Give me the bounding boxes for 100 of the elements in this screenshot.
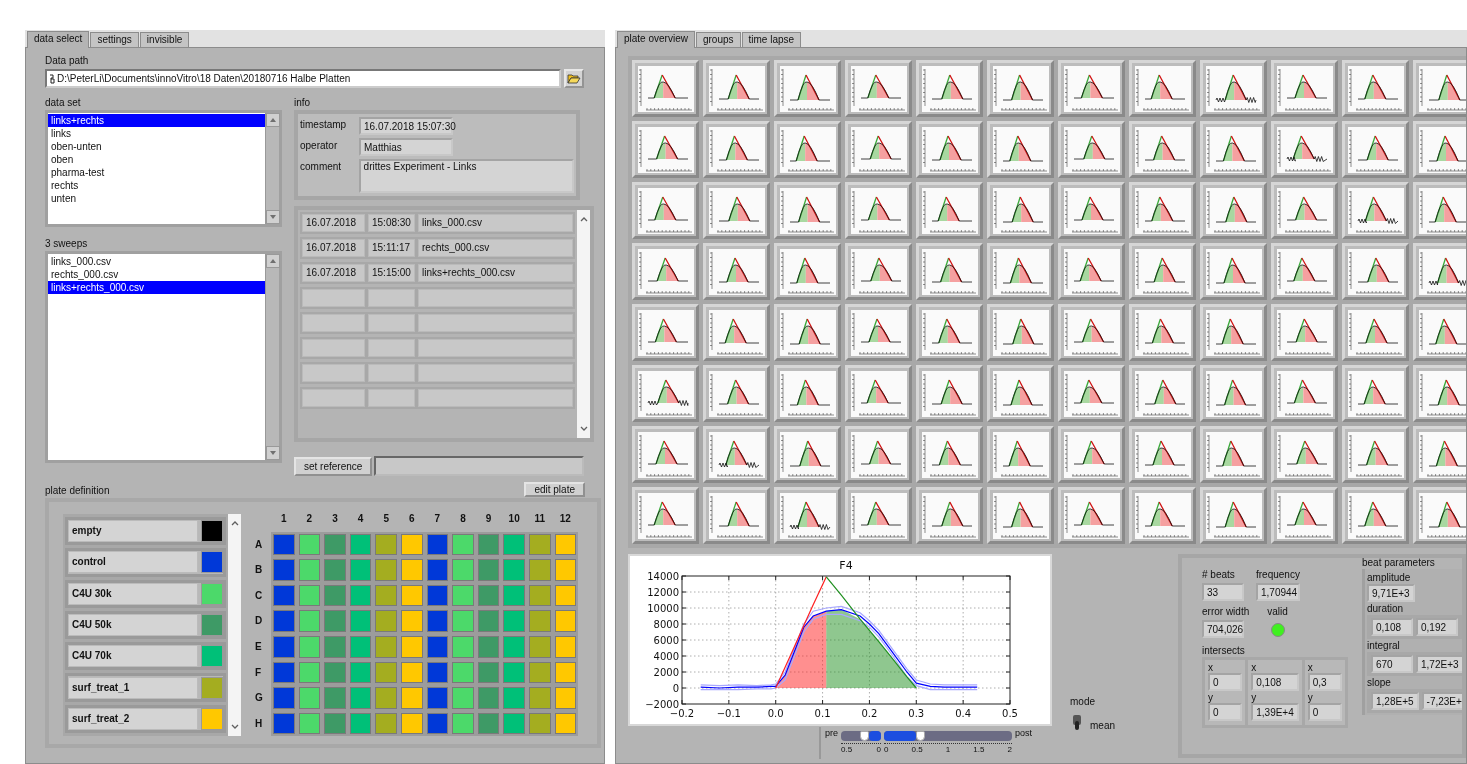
well[interactable]: [324, 533, 346, 556]
color-swatch[interactable]: [201, 645, 223, 668]
list-item[interactable]: pharma-test: [48, 166, 265, 179]
group-item[interactable]: control: [65, 548, 226, 577]
color-swatch[interactable]: [201, 676, 223, 699]
group-item[interactable]: C4U 70k: [65, 642, 226, 671]
well[interactable]: [298, 687, 321, 709]
well[interactable]: [400, 584, 423, 607]
list-item[interactable]: oben-unten: [48, 140, 265, 153]
well[interactable]: [375, 559, 397, 581]
well[interactable]: [400, 712, 423, 735]
scroll-down-icon[interactable]: [265, 446, 280, 460]
well[interactable]: [426, 687, 449, 709]
well[interactable]: [554, 661, 577, 684]
well[interactable]: [375, 635, 397, 658]
well[interactable]: [503, 712, 525, 735]
well[interactable]: [554, 584, 577, 607]
list-item[interactable]: unten: [48, 192, 265, 205]
well[interactable]: [426, 661, 449, 684]
group-item[interactable]: C4U 50k: [65, 610, 226, 640]
well[interactable]: [324, 635, 346, 658]
list-item[interactable]: rechts: [48, 179, 265, 192]
list-item[interactable]: oben: [48, 153, 265, 166]
well[interactable]: [503, 610, 525, 632]
scroll-up-icon[interactable]: [265, 113, 280, 127]
scroll-down-icon[interactable]: [265, 210, 280, 224]
well[interactable]: [273, 712, 295, 735]
well[interactable]: [400, 687, 423, 709]
well[interactable]: [273, 559, 295, 581]
well[interactable]: [375, 584, 397, 607]
well[interactable]: [452, 533, 474, 556]
well[interactable]: [273, 635, 295, 658]
well[interactable]: [452, 687, 474, 709]
well[interactable]: [298, 559, 321, 581]
list-item[interactable]: links+rechts: [48, 114, 265, 127]
well[interactable]: [452, 584, 474, 607]
well[interactable]: [298, 661, 321, 684]
group-item[interactable]: surf_treat_1: [65, 673, 226, 702]
well[interactable]: [477, 661, 500, 684]
well[interactable]: [324, 661, 346, 684]
well[interactable]: [528, 559, 551, 581]
well[interactable]: [503, 661, 525, 684]
well[interactable]: [426, 533, 449, 556]
well[interactable]: [298, 712, 321, 735]
scroll-up-icon[interactable]: [265, 254, 280, 268]
well[interactable]: [528, 533, 551, 556]
well[interactable]: [528, 687, 551, 709]
well[interactable]: [503, 635, 525, 658]
well[interactable]: [554, 687, 577, 709]
tab[interactable]: groups: [695, 32, 741, 47]
list-item[interactable]: links: [48, 127, 265, 140]
well[interactable]: [503, 533, 525, 556]
well[interactable]: [477, 635, 500, 658]
color-swatch[interactable]: [201, 520, 223, 543]
well[interactable]: [349, 559, 372, 581]
edit-plate-button[interactable]: edit plate: [524, 482, 585, 497]
well[interactable]: [426, 712, 449, 735]
tab[interactable]: plate overview: [617, 31, 695, 48]
set-reference-button[interactable]: set reference: [294, 456, 373, 476]
well[interactable]: [554, 712, 577, 735]
well[interactable]: [426, 610, 449, 632]
group-item[interactable]: C4U 30k: [65, 579, 226, 608]
scrollbar[interactable]: [577, 210, 590, 438]
well[interactable]: [349, 533, 372, 556]
well[interactable]: [452, 635, 474, 658]
well[interactable]: [554, 559, 577, 581]
well[interactable]: [324, 712, 346, 735]
list-item[interactable]: links+rechts_000.csv: [48, 281, 265, 294]
list-item[interactable]: rechts_000.csv: [48, 268, 265, 281]
path-field[interactable]: D:\PeterLi\Documents\innoVitro\18 Daten\20180716 Halbe Platten: [45, 69, 562, 88]
well[interactable]: [528, 584, 551, 607]
well[interactable]: [349, 687, 372, 709]
well[interactable]: [426, 559, 449, 581]
well[interactable]: [452, 712, 474, 735]
well[interactable]: [477, 533, 500, 556]
well[interactable]: [349, 635, 372, 658]
color-swatch[interactable]: [201, 582, 223, 605]
well[interactable]: [324, 584, 346, 607]
well[interactable]: [477, 712, 500, 735]
well[interactable]: [503, 687, 525, 709]
well[interactable]: [452, 610, 474, 632]
well[interactable]: [400, 533, 423, 556]
well[interactable]: [554, 610, 577, 632]
well[interactable]: [400, 610, 423, 632]
well[interactable]: [375, 661, 397, 684]
tab[interactable]: invisible: [139, 32, 190, 47]
well[interactable]: [400, 635, 423, 658]
well[interactable]: [349, 712, 372, 735]
well[interactable]: [528, 712, 551, 735]
list-item[interactable]: links_000.csv: [48, 255, 265, 268]
group-item[interactable]: empty: [65, 517, 226, 546]
well[interactable]: [554, 533, 577, 556]
well[interactable]: [298, 533, 321, 556]
well[interactable]: [273, 584, 295, 607]
well[interactable]: [298, 610, 321, 632]
well[interactable]: [426, 584, 449, 607]
well[interactable]: [349, 584, 372, 607]
well[interactable]: [528, 661, 551, 684]
scrollbar[interactable]: [228, 514, 241, 736]
well[interactable]: [375, 533, 397, 556]
